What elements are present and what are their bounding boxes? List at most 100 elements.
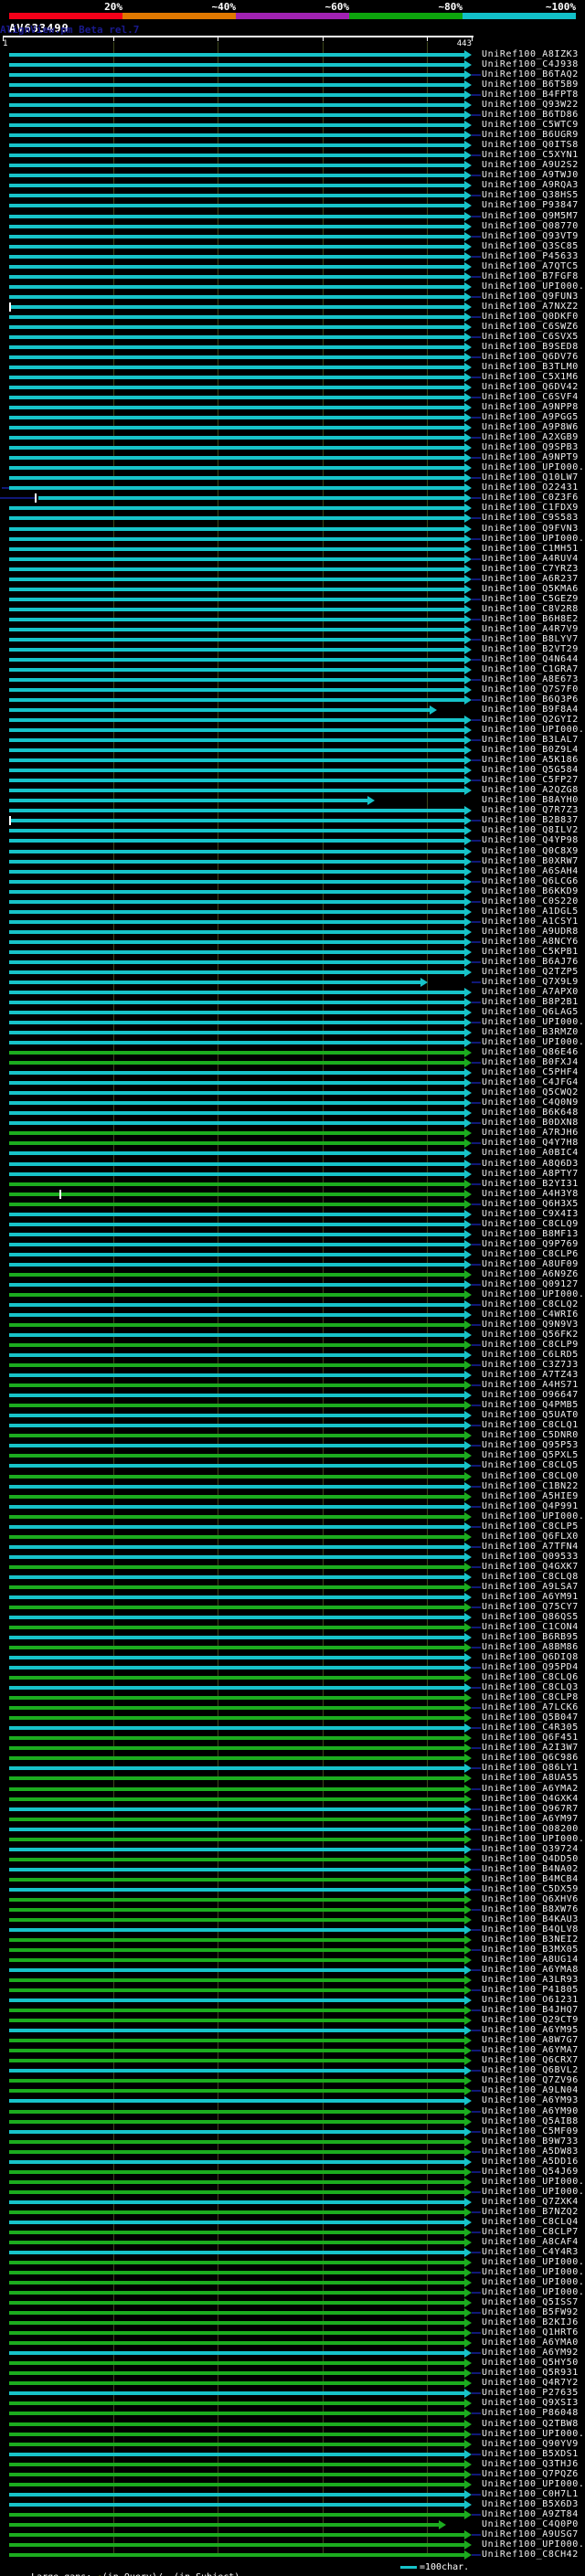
hit-accession-label[interactable]: UniRef100_Q10LW7 [482,472,579,482]
alignment-bar[interactable] [9,1434,464,1437]
alignment-bar[interactable] [9,1868,464,1871]
hit-accession-label[interactable]: UniRef100_Q6DV76 [482,352,579,362]
hit-accession-label[interactable]: UniRef100_C5KPB1 [482,947,579,957]
hit-accession-label[interactable]: UniRef100_B3LAL7 [482,735,579,745]
hit-accession-label[interactable]: UniRef100_Q7ZV96 [482,2075,579,2085]
hit-accession-label[interactable]: UniRef100_B6AJ76 [482,957,579,967]
alignment-bar[interactable] [9,1535,464,1539]
hit-accession-label[interactable]: UniRef100_A5DW83 [482,2147,579,2157]
alignment-bar[interactable] [9,2493,464,2496]
alignment-bar[interactable] [9,486,464,490]
alignment-bar[interactable] [9,2160,464,2164]
alignment-bar[interactable] [9,748,464,752]
hit-accession-label[interactable]: UniRef100_P93847 [482,200,579,210]
alignment-bar[interactable] [9,2170,464,2174]
hit-accession-label[interactable]: UniRef100_A1CSY1 [482,917,579,927]
alignment-bar[interactable] [9,305,464,309]
hit-accession-label[interactable]: UniRef100_B0Z9L4 [482,745,579,755]
alignment-bar[interactable] [9,1545,464,1549]
alignment-bar[interactable] [9,2120,464,2124]
hit-accession-label[interactable]: UniRef100_A5DD16 [482,2157,579,2167]
hit-accession-label[interactable]: UniRef100_Q6BVL2 [482,2065,579,2075]
alignment-bar[interactable] [9,1071,464,1075]
alignment-bar[interactable] [9,1908,464,1912]
alignment-bar[interactable] [9,295,464,299]
alignment-bar[interactable] [9,1686,464,1690]
alignment-bar[interactable] [9,708,430,712]
alignment-bar[interactable] [9,1828,464,1831]
hit-accession-label[interactable]: UniRef100_A8Q6D3 [482,1159,579,1169]
alignment-bar[interactable] [9,2523,439,2527]
hit-accession-label[interactable]: UniRef100_C9X4I3 [482,1209,579,1219]
alignment-bar[interactable] [9,215,464,218]
hit-accession-label[interactable]: UniRef100_B6TD86 [482,110,579,120]
alignment-bar[interactable] [9,799,367,802]
alignment-bar[interactable] [9,1475,464,1479]
hit-accession-label[interactable]: UniRef100_A8UA55 [482,1773,579,1783]
alignment-bar[interactable] [9,758,464,762]
hit-accession-label[interactable]: UniRef100_UPI000.. [482,1289,585,1299]
alignment-bar[interactable] [9,1878,464,1882]
alignment-bar[interactable] [9,123,464,127]
hit-accession-label[interactable]: UniRef100_Q967R7 [482,1804,579,1814]
alignment-bar[interactable] [9,2261,464,2264]
hit-accession-label[interactable]: UniRef100_A9PGG5 [482,412,579,422]
hit-accession-label[interactable]: UniRef100_B3MX05 [482,1945,579,1955]
alignment-bar[interactable] [9,1303,464,1307]
hit-accession-label[interactable]: UniRef100_Q5B047 [482,1712,579,1723]
alignment-bar[interactable] [9,1213,464,1216]
alignment-bar[interactable] [9,829,464,832]
alignment-bar[interactable] [9,1585,464,1589]
hit-accession-label[interactable]: UniRef100_A7LCK6 [482,1702,579,1712]
alignment-bar[interactable] [9,618,464,621]
alignment-bar[interactable] [9,2513,464,2517]
alignment-bar[interactable] [9,718,464,722]
alignment-bar[interactable] [9,1565,464,1569]
alignment-bar[interactable] [9,1666,464,1670]
hit-accession-label[interactable]: UniRef100_Q6XHV6 [482,1894,579,1904]
hit-accession-label[interactable]: UniRef100_C5DNR0 [482,1430,579,1440]
hit-accession-label[interactable]: UniRef100_A6YM92 [482,2348,579,2358]
alignment-bar[interactable] [9,1343,464,1347]
hit-accession-label[interactable]: UniRef100_UPI000.. [482,2539,585,2549]
hit-accession-label[interactable]: UniRef100_A6YMA7 [482,2045,579,2055]
alignment-bar[interactable] [9,940,464,944]
alignment-bar[interactable] [9,1101,464,1105]
alignment-bar[interactable] [9,2140,464,2144]
hit-accession-label[interactable]: UniRef100_B6RB95 [482,1632,579,1642]
alignment-bar[interactable] [9,608,464,611]
alignment-bar[interactable] [9,2412,464,2415]
alignment-bar[interactable] [9,598,464,601]
alignment-bar[interactable] [9,1394,464,1397]
hit-accession-label[interactable]: UniRef100_A9LN04 [482,2085,579,2095]
hit-accession-label[interactable]: UniRef100_B2VT29 [482,644,579,654]
hit-accession-label[interactable]: UniRef100_UPI000.. [482,2429,585,2439]
alignment-bar[interactable] [9,1283,464,1287]
hit-accession-label[interactable]: UniRef100_Q7ZXK4 [482,2197,579,2207]
alignment-bar[interactable] [9,1848,464,1851]
alignment-bar[interactable] [9,2401,464,2405]
alignment-bar[interactable] [9,2371,464,2375]
alignment-bar[interactable] [9,2241,464,2244]
hit-accession-label[interactable]: UniRef100_B4MCB4 [482,1874,579,1884]
hit-accession-label[interactable]: UniRef100_A6SAH4 [482,866,579,876]
hit-accession-label[interactable]: UniRef100_B2B837 [482,815,579,825]
alignment-bar[interactable] [9,386,464,389]
hit-accession-label[interactable]: UniRef100_UPI000.. [482,725,585,735]
alignment-bar[interactable] [9,809,464,812]
alignment-bar[interactable] [9,1838,464,1841]
alignment-bar[interactable] [9,285,464,289]
hit-accession-label[interactable]: UniRef100_Q5CWQ2 [482,1087,579,1097]
alignment-bar[interactable] [9,1011,464,1014]
hit-accession-label[interactable]: UniRef100_A7RJH6 [482,1128,579,1138]
alignment-bar[interactable] [9,2503,464,2507]
alignment-bar[interactable] [9,1515,464,1519]
alignment-bar[interactable] [9,981,420,984]
alignment-bar[interactable] [9,1918,464,1922]
alignment-bar[interactable] [9,1323,464,1327]
alignment-bar[interactable] [9,1162,464,1166]
hit-accession-label[interactable]: UniRef100_C1GRA7 [482,664,579,674]
alignment-bar[interactable] [9,819,464,822]
hit-accession-label[interactable]: UniRef100_P45633 [482,251,579,261]
hit-accession-label[interactable]: UniRef100_Q4YP98 [482,835,579,845]
